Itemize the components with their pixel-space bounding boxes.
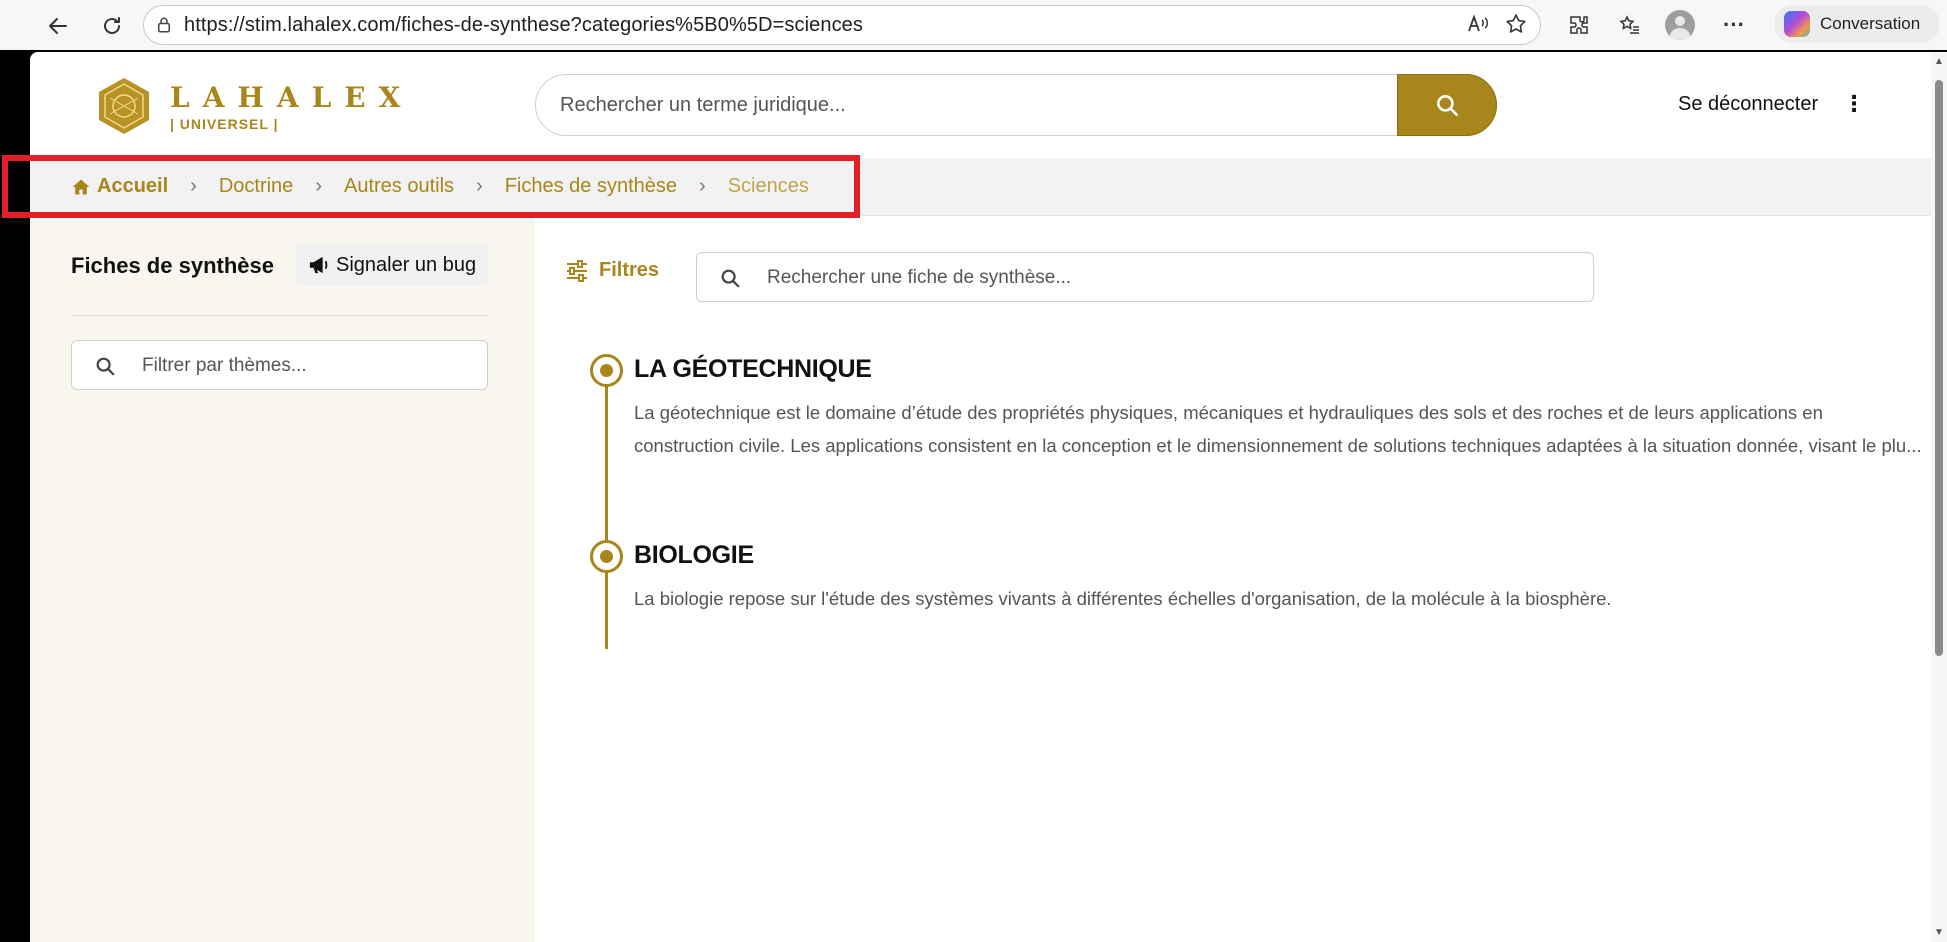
sidebar-divider <box>71 315 488 316</box>
chevron-right-icon: › <box>476 175 483 197</box>
copilot-icon <box>1784 11 1810 37</box>
chevron-right-icon: › <box>699 175 706 197</box>
copilot-conversation-button[interactable]: Conversation <box>1774 5 1940 43</box>
filters-button[interactable]: Filtres <box>565 259 659 282</box>
timeline-dot-icon <box>590 540 623 573</box>
search-icon <box>96 357 115 376</box>
breadcrumb-sciences: Sciences <box>727 175 809 197</box>
breadcrumb-label: Accueil <box>97 175 169 197</box>
conversation-label: Conversation <box>1820 14 1921 33</box>
megaphone-icon <box>309 256 328 274</box>
breadcrumb-autres-outils[interactable]: Autres outils <box>344 175 454 198</box>
url-text[interactable]: https://stim.lahalex.com/fiches-de-synth… <box>184 14 863 37</box>
kebab-menu-icon[interactable]: ⋮ <box>1842 91 1866 116</box>
entry-description: La biologie repose sur l'étude des systè… <box>634 588 1612 609</box>
lock-icon[interactable] <box>144 16 184 34</box>
profile-avatar[interactable] <box>1662 7 1698 43</box>
logo-subtitle: | UNIVERSEL | <box>170 115 279 132</box>
favorites-list-icon[interactable] <box>1612 7 1648 43</box>
page-scrollbar[interactable]: ▲ ▼ <box>1931 52 1947 942</box>
search-icon <box>1437 95 1459 117</box>
reload-icon[interactable] <box>94 8 130 44</box>
favorite-star-icon[interactable] <box>1504 12 1528 41</box>
theme-filter <box>71 340 488 390</box>
breadcrumb-home[interactable]: Accueil <box>71 175 168 198</box>
scroll-down-icon[interactable]: ▼ <box>1934 927 1944 938</box>
chevron-right-icon: › <box>315 175 322 197</box>
main-content: Filtres LA GÉOTECHNIQUE La géotechnique … <box>535 216 1931 942</box>
sliders-icon <box>567 259 587 282</box>
page-viewport: LAHALEX | UNIVERSEL | Se déconnecter ⋮ A… <box>30 52 1947 942</box>
logo-title: LAHALEX <box>170 80 414 114</box>
breadcrumb: Accueil › Doctrine › Autres outils › Fic… <box>30 158 1931 216</box>
extensions-icon[interactable] <box>1561 7 1597 43</box>
home-icon <box>72 179 90 194</box>
back-icon[interactable] <box>40 8 76 44</box>
fiche-search <box>696 252 1594 302</box>
sidebar-title: Fiches de synthèse <box>71 253 274 278</box>
fiche-search-input[interactable] <box>767 264 1567 292</box>
site-logo[interactable]: LAHALEX | UNIVERSEL | <box>96 76 413 136</box>
theme-filter-input[interactable] <box>142 352 472 380</box>
breadcrumb-fiches-de-synthese[interactable]: Fiches de synthèse <box>505 175 677 198</box>
entry-title[interactable]: BIOLOGIE <box>634 541 754 570</box>
logo-emblem-icon <box>99 78 149 134</box>
scroll-up-icon[interactable]: ▲ <box>1934 56 1944 67</box>
report-bug-button[interactable]: Signaler un bug <box>296 244 489 286</box>
read-aloud-icon[interactable] <box>1466 12 1490 41</box>
entry-description: La géotechnique est le domaine d’étude d… <box>634 402 1922 456</box>
legal-search-button[interactable] <box>1397 74 1497 136</box>
address-bar[interactable]: https://stim.lahalex.com/fiches-de-synth… <box>143 5 1541 45</box>
entry-title[interactable]: LA GÉOTECHNIQUE <box>634 355 872 384</box>
report-bug-label: Signaler un bug <box>336 253 477 276</box>
browser-toolbar: https://stim.lahalex.com/fiches-de-synth… <box>0 0 1947 50</box>
breadcrumb-doctrine[interactable]: Doctrine <box>219 175 293 198</box>
timeline-dot-icon <box>590 354 623 387</box>
search-icon <box>721 269 740 288</box>
filters-label: Filtres <box>599 259 660 281</box>
legal-search-input[interactable] <box>560 89 1360 121</box>
logout-link[interactable]: Se déconnecter <box>1678 93 1818 116</box>
site-header: LAHALEX | UNIVERSEL | Se déconnecter ⋮ <box>30 52 1931 158</box>
avatar <box>1665 10 1695 40</box>
scrollbar-thumb[interactable] <box>1935 80 1943 656</box>
more-options-icon[interactable]: ··· <box>1716 7 1752 43</box>
sidebar: Fiches de synthèse Signaler un bug <box>30 216 535 942</box>
chevron-right-icon: › <box>190 175 197 197</box>
timeline-line <box>605 361 608 649</box>
legal-term-search <box>535 74 1497 136</box>
